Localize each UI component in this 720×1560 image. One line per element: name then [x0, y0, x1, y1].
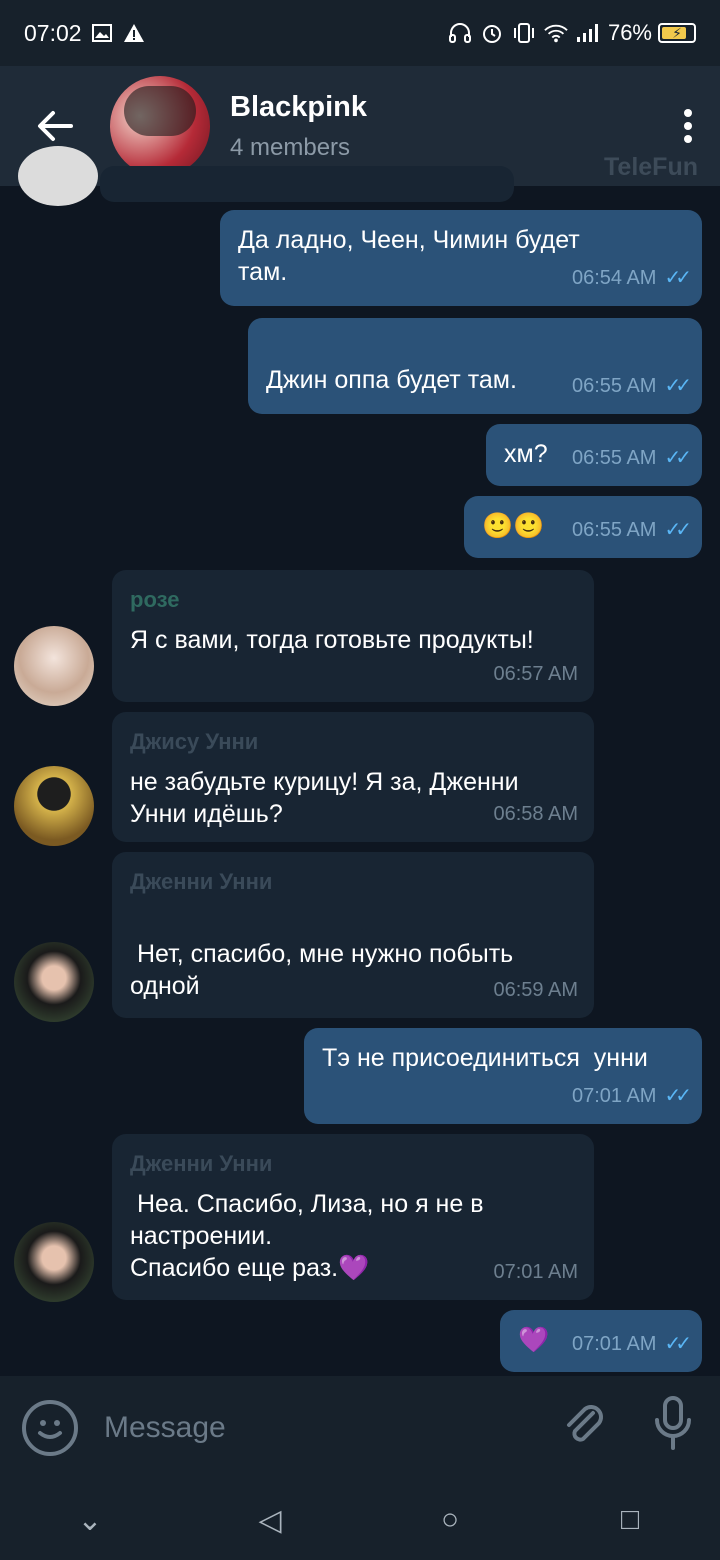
message-meta: 06:59 AM — [493, 974, 578, 1006]
message-text: Я с вами, тогда готовьте продукты! — [130, 626, 534, 654]
outgoing-message[interactable]: хм? 06:55 AM ✓✓ — [486, 424, 702, 486]
phone-screen: 07:02 76% ⚡ Blackpink 4 members TeleFun … — [0, 0, 720, 1560]
sender-name[interactable]: Джису Унни — [130, 726, 576, 758]
member-count: 4 members — [230, 133, 351, 161]
message-time: 06:55 AM — [571, 447, 657, 469]
message-time: 06:55 AM — [571, 375, 657, 397]
message-time: 06:58 AM — [493, 803, 578, 825]
nav-home-icon[interactable]: ○ — [420, 1503, 480, 1537]
message-input-bar — [0, 1376, 720, 1480]
message-time: 06:55 AM — [571, 519, 657, 541]
nav-down-icon[interactable]: ⌄ — [60, 1503, 120, 1538]
incoming-message[interactable]: розе Я с вами, тогда готовьте продукты! 06… — [112, 570, 594, 702]
paperclip-icon[interactable] — [558, 1399, 608, 1457]
message-time: 07:01 AM — [571, 1333, 657, 1355]
double-check-icon: ✓✓ — [664, 375, 691, 397]
double-check-icon: ✓✓ — [664, 267, 691, 289]
message-time: 06:54 AM — [571, 267, 657, 289]
status-bar: 07:02 76% ⚡ — [0, 0, 720, 66]
message-meta: 06:54 AM ✓✓ — [571, 262, 692, 294]
outgoing-message[interactable]: 🙂🙂 06:55 AM ✓✓ — [464, 496, 702, 558]
group-avatar[interactable] — [110, 76, 210, 176]
message-meta: 06:55 AM ✓✓ — [571, 514, 692, 546]
incoming-message[interactable]: Дженни Унни Неа. Спасибо, Лиза, но я не … — [112, 1134, 594, 1300]
outgoing-message[interactable]: Да ладно, Чеен, Чимин будет там. 06:54 AM… — [220, 210, 702, 306]
avatar[interactable] — [18, 146, 98, 206]
outgoing-message[interactable]: 💜 07:01 AM ✓✓ — [500, 1310, 702, 1372]
sender-name[interactable]: Дженни Унни — [130, 866, 576, 898]
incoming-message[interactable]: Джису Унни не забудьте курицу! Я за, Джен… — [112, 712, 594, 842]
avatar[interactable] — [14, 766, 94, 846]
chat-title-area[interactable]: Blackpink 4 members — [230, 91, 367, 162]
avatar[interactable] — [14, 1222, 94, 1302]
double-check-icon: ✓✓ — [664, 519, 691, 541]
more-options-icon[interactable] — [682, 108, 694, 153]
message-time: 07:01 AM — [571, 1085, 657, 1107]
alarm-icon — [480, 21, 504, 45]
message-time: 07:01 AM — [493, 1261, 578, 1283]
message-time: 06:59 AM — [493, 979, 578, 1001]
wifi-icon — [544, 21, 568, 45]
emoji-icon[interactable] — [22, 1400, 78, 1456]
message-text: Тэ не присоединиться унни — [322, 1044, 648, 1072]
avatar[interactable] — [14, 942, 94, 1022]
sender-name[interactable]: розе — [130, 584, 576, 616]
nav-back-icon[interactable]: ◁ — [240, 1503, 300, 1538]
microphone-icon[interactable] — [648, 1396, 698, 1460]
double-check-icon: ✓✓ — [664, 1333, 691, 1355]
outgoing-message[interactable]: Джин оппа будет там. 06:55 AM ✓✓ — [248, 318, 702, 414]
message-meta: 07:01 AM ✓✓ — [571, 1328, 692, 1360]
vibrate-icon — [512, 21, 536, 45]
warning-icon — [122, 21, 146, 45]
nav-recent-icon[interactable]: □ — [600, 1503, 660, 1537]
back-arrow-icon[interactable] — [0, 110, 110, 142]
image-icon — [90, 21, 114, 45]
avatar[interactable] — [14, 626, 94, 706]
message-meta: 06:55 AM ✓✓ — [571, 442, 692, 474]
message-input[interactable] — [104, 1411, 558, 1445]
message-meta: 07:01 AM — [493, 1256, 578, 1288]
double-check-icon: ✓✓ — [664, 447, 691, 469]
battery-percent: 76% — [607, 20, 652, 45]
system-nav-bar: ⌄ ◁ ○ □ — [0, 1480, 720, 1560]
outgoing-message[interactable]: Тэ не присоединиться унни 07:01 AM ✓✓ — [304, 1028, 702, 1124]
message-meta: 06:57 AM — [493, 658, 578, 690]
group-title: Blackpink — [230, 90, 367, 123]
message-meta: 06:58 AM — [493, 798, 578, 830]
battery-charging-icon: 76% ⚡ — [608, 20, 696, 46]
message-time: 06:57 AM — [493, 663, 578, 685]
watermark: TeleFun — [604, 153, 698, 181]
signal-icon — [576, 21, 600, 45]
status-time: 07:02 — [24, 19, 82, 46]
headphones-icon — [448, 21, 472, 45]
double-check-icon: ✓✓ — [664, 1085, 691, 1107]
message-meta: 06:55 AM ✓✓ — [571, 370, 692, 402]
chat-area[interactable]: Да ладно, Чеен, Чимин будет там. 06:54 AM… — [0, 146, 720, 1376]
message-bubble-partial — [100, 166, 514, 202]
incoming-message[interactable]: Дженни Унни Нет, спасибо, мне нужно побы… — [112, 852, 594, 1018]
message-meta: 07:01 AM ✓✓ — [571, 1080, 692, 1112]
sender-name[interactable]: Дженни Унни — [130, 1148, 576, 1180]
